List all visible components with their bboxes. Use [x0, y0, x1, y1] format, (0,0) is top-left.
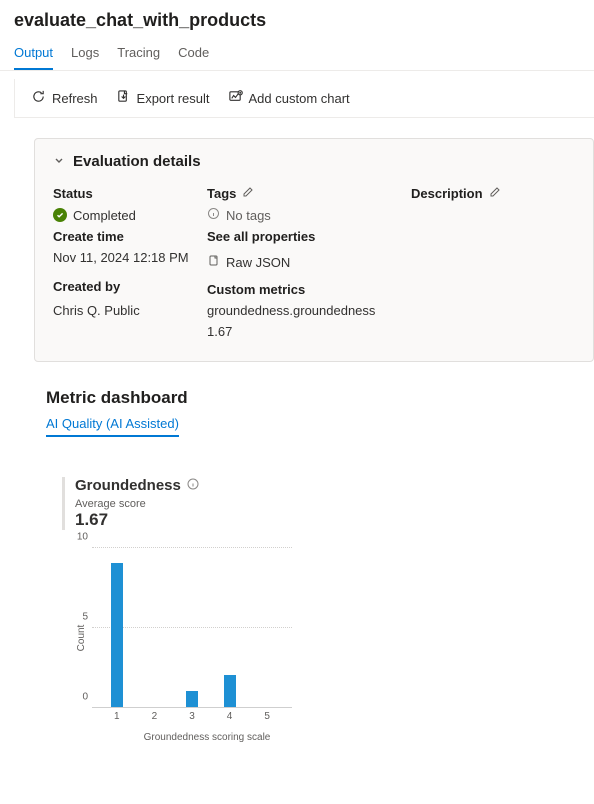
add-chart-label: Add custom chart — [249, 91, 350, 106]
tags-label: Tags — [207, 186, 407, 201]
custom-metric-name: groundedness.groundedness — [207, 303, 407, 318]
avg-score-value: 1.67 — [75, 510, 322, 530]
evaluation-details-card: Evaluation details Status Tags Descripti… — [34, 138, 594, 362]
x-tick: 1 — [98, 711, 136, 722]
x-tick: 3 — [173, 711, 211, 722]
tab-logs[interactable]: Logs — [71, 39, 99, 70]
info-icon[interactable] — [187, 477, 199, 494]
tab-tracing[interactable]: Tracing — [117, 39, 160, 70]
tab-code[interactable]: Code — [178, 39, 209, 70]
y-tick: 10 — [72, 532, 92, 543]
metric-dashboard-title: Metric dashboard — [46, 388, 594, 408]
y-tick: 0 — [72, 692, 92, 703]
chart-bar — [224, 675, 236, 707]
groundedness-chart-card: Groundedness Average score 1.67 Count 0 5… — [62, 477, 322, 743]
created-by-value: Chris Q. Public — [53, 303, 203, 318]
create-time-value: Nov 11, 2024 12:18 PM — [53, 250, 203, 270]
custom-metric-value: 1.67 — [207, 324, 407, 339]
tab-output[interactable]: Output — [14, 39, 53, 70]
chart-plot: Count 0510 12345 — [92, 548, 292, 728]
chart-title: Groundedness — [75, 477, 322, 494]
status-label: Status — [53, 186, 203, 201]
x-tick: 2 — [136, 711, 174, 722]
refresh-label: Refresh — [52, 91, 98, 106]
custom-metrics-label: Custom metrics — [207, 282, 407, 297]
chevron-down-icon — [53, 154, 65, 169]
evaluation-details-header[interactable]: Evaluation details — [53, 153, 575, 170]
status-success-icon — [53, 208, 67, 222]
created-by-label: Created by — [53, 276, 203, 297]
main-tabs: Output Logs Tracing Code — [0, 39, 594, 71]
x-axis-label: Groundedness scoring scale — [92, 732, 322, 743]
edit-tags-icon[interactable] — [242, 186, 254, 201]
x-tick: 4 — [211, 711, 249, 722]
toolbar: Refresh Export result Add custom chart — [14, 79, 594, 118]
refresh-button[interactable]: Refresh — [31, 89, 98, 107]
export-label: Export result — [137, 91, 210, 106]
y-axis-label: Count — [76, 625, 87, 652]
subtab-ai-quality[interactable]: AI Quality (AI Assisted) — [46, 416, 179, 437]
x-tick: 5 — [248, 711, 286, 722]
y-tick: 5 — [72, 612, 92, 623]
description-label: Description — [411, 186, 591, 201]
export-icon — [116, 89, 131, 107]
edit-description-icon[interactable] — [489, 186, 501, 201]
chart-bar — [111, 563, 123, 707]
add-chart-icon — [228, 89, 243, 107]
metric-dashboard-section: Metric dashboard AI Quality (AI Assisted… — [46, 388, 594, 437]
page-title: evaluate_chat_with_products — [0, 0, 594, 39]
no-tags-row: No tags — [207, 207, 407, 223]
info-icon — [207, 207, 220, 223]
add-chart-button[interactable]: Add custom chart — [228, 89, 350, 107]
status-value: Completed — [53, 207, 203, 223]
refresh-icon — [31, 89, 46, 107]
chart-bar — [186, 691, 198, 707]
raw-json-link[interactable]: Raw JSON — [207, 254, 407, 270]
evaluation-details-title: Evaluation details — [73, 153, 201, 170]
file-icon — [207, 254, 220, 270]
create-time-label: Create time — [53, 229, 203, 244]
see-all-properties[interactable]: See all properties — [207, 229, 407, 244]
export-button[interactable]: Export result — [116, 89, 210, 107]
avg-score-label: Average score — [75, 498, 322, 510]
